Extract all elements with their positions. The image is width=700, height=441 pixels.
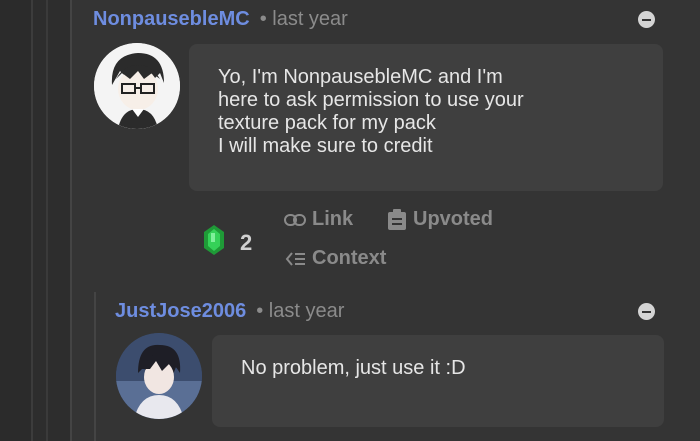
username[interactable]: JustJose2006 <box>115 300 246 323</box>
thread-line[interactable] <box>46 0 48 441</box>
comment-line: I will make sure to credit <box>218 135 433 157</box>
comment-body: Yo, I'm NonpausebleMC and I'm here to as… <box>189 44 663 191</box>
link-icon <box>284 213 306 226</box>
comment-header: NonpausebleMC • last year <box>93 8 348 31</box>
context-label: Context <box>312 247 387 269</box>
vote-count: 2 <box>240 229 253 255</box>
comment-body: No problem, just use it :D <box>212 335 664 427</box>
avatar[interactable] <box>94 43 180 129</box>
avatar[interactable] <box>116 333 202 419</box>
outer-background <box>0 0 33 441</box>
link-label: Link <box>312 208 354 230</box>
comment-line: No problem, just use it :D <box>241 357 466 379</box>
clipboard-icon <box>388 208 406 230</box>
minus-circle-icon[interactable] <box>638 11 655 28</box>
emerald-icon[interactable] <box>202 224 226 261</box>
timestamp: • last year <box>259 8 348 30</box>
thread-line[interactable] <box>31 0 33 441</box>
comment-line: Yo, I'm NonpausebleMC and I'm <box>218 66 503 88</box>
comment-line: texture pack for my pack <box>218 112 436 134</box>
minus-circle-icon[interactable] <box>638 303 655 320</box>
context-button[interactable]: Context <box>284 247 386 270</box>
reply-card: JustJose2006 • last year No problem, jus… <box>94 292 700 441</box>
context-icon <box>285 251 305 266</box>
comment-header: JustJose2006 • last year <box>115 300 344 323</box>
vote-section: 2 <box>202 224 252 261</box>
comment-line: here to ask permission to use your <box>218 89 524 111</box>
link-button[interactable]: Link <box>284 208 353 231</box>
username[interactable]: NonpausebleMC <box>93 8 250 31</box>
upvoted-button[interactable]: Upvoted <box>387 208 493 231</box>
timestamp: • last year <box>256 300 345 322</box>
upvoted-label: Upvoted <box>413 208 493 230</box>
